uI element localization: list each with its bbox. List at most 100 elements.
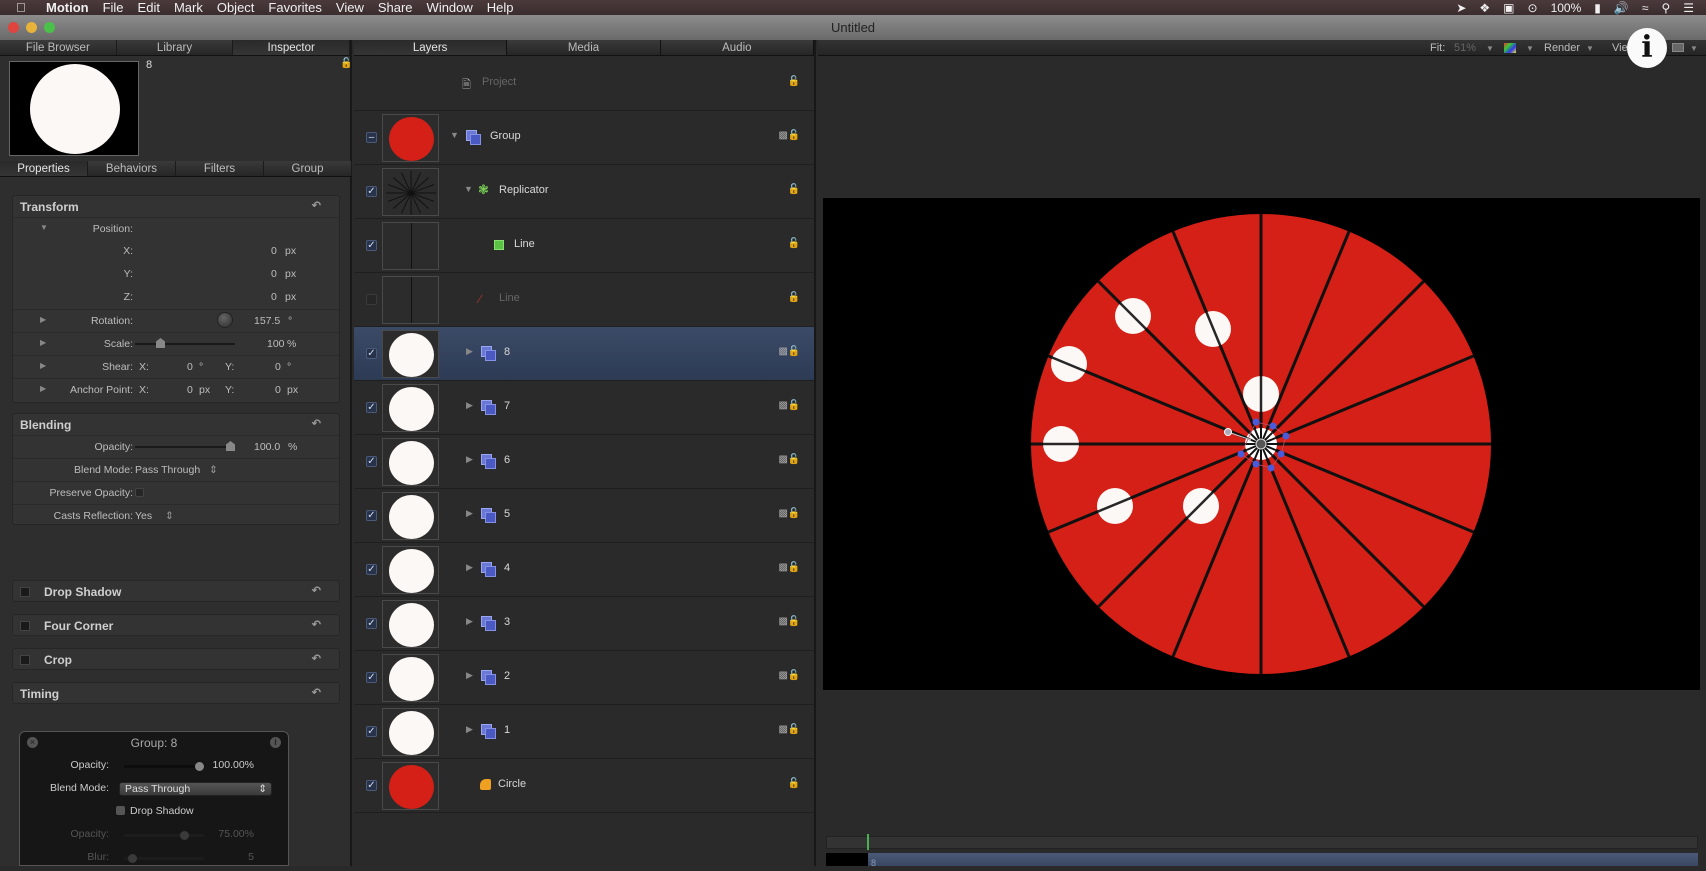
subtab-properties[interactable]: Properties: [0, 161, 88, 176]
layer-row[interactable]: ∕ Line 🔓: [354, 273, 814, 327]
opacity-slider-thumb[interactable]: [226, 441, 235, 451]
menu-view[interactable]: View: [336, 0, 364, 15]
subtab-behaviors[interactable]: Behaviors: [88, 161, 176, 176]
reset-icon[interactable]: ↶: [312, 417, 321, 430]
layer-visibility-checkbox[interactable]: ✓: [366, 456, 377, 467]
lock-icon[interactable]: 🔓: [788, 670, 800, 681]
lock-icon[interactable]: 🔓: [788, 616, 800, 627]
layer-row[interactable]: ✓ ▶ 7 ▩ 🔓: [354, 381, 814, 435]
layer-row[interactable]: ✓ ▶ 4 ▩ 🔓: [354, 543, 814, 597]
anchor-x-value[interactable]: 0: [187, 384, 193, 396]
opacity-value[interactable]: 100.0: [254, 441, 280, 453]
hud-opacity-knob[interactable]: [195, 762, 204, 771]
layer-visibility-checkbox[interactable]: ✓: [366, 618, 377, 629]
layer-name[interactable]: Group: [490, 130, 521, 142]
four-corner-checkbox[interactable]: [20, 620, 30, 631]
disclosure-closed-icon[interactable]: ▶: [466, 562, 473, 573]
layer-name[interactable]: 7: [504, 400, 510, 412]
layer-row[interactable]: – ▼ Group ▩ 🔓: [354, 111, 814, 165]
layer-name[interactable]: 8: [504, 346, 510, 358]
hud-blur-slider[interactable]: [124, 854, 204, 863]
layer-name[interactable]: 1: [504, 724, 510, 736]
layer-row[interactable]: ✓ Line 🔓: [354, 219, 814, 273]
disclosure-closed-icon[interactable]: ▶: [40, 384, 46, 393]
layer-row[interactable]: ✓ ▶ 8 ▩ 🔓: [354, 327, 814, 381]
layer-visibility-checkbox[interactable]: ✓: [366, 240, 377, 251]
scale-value[interactable]: 100: [267, 338, 285, 350]
disclosure-open-icon[interactable]: ▼: [40, 223, 48, 232]
layer-name[interactable]: Circle: [498, 778, 526, 790]
bluetooth-icon[interactable]: ⊙: [1528, 1, 1538, 15]
reset-icon[interactable]: ↶: [312, 686, 321, 699]
menu-share[interactable]: Share: [378, 0, 413, 15]
layer-visibility-checkbox[interactable]: ✓: [366, 564, 377, 575]
volume-icon[interactable]: 🔊: [1614, 1, 1629, 15]
rotation-dial[interactable]: [217, 312, 233, 328]
preserve-opacity-checkbox[interactable]: [135, 488, 144, 497]
disclosure-closed-icon[interactable]: ▶: [466, 400, 473, 411]
render-menu[interactable]: Render: [1544, 42, 1580, 54]
menu-favorites[interactable]: Favorites: [268, 0, 321, 15]
subtab-filters[interactable]: Filters: [176, 161, 264, 176]
shear-y-value[interactable]: 0: [275, 361, 281, 373]
disclosure-closed-icon[interactable]: ▶: [466, 670, 473, 681]
hud-drop-shadow-checkbox[interactable]: [116, 806, 125, 815]
shear-x-value[interactable]: 0: [187, 361, 193, 373]
reset-icon[interactable]: ↶: [312, 584, 321, 597]
tab-library[interactable]: Library: [117, 40, 234, 55]
layer-row[interactable]: ✓ Circle 🔓: [354, 759, 814, 813]
scale-slider[interactable]: [135, 338, 235, 348]
layer-visibility-checkbox[interactable]: ✓: [366, 672, 377, 683]
menu-window[interactable]: Window: [427, 0, 473, 15]
layer-row[interactable]: ✓ ▶ 5 ▩ 🔓: [354, 489, 814, 543]
lock-icon[interactable]: 🔓: [788, 562, 800, 573]
rotation-value[interactable]: 157.5: [254, 315, 280, 327]
search-icon[interactable]: ⚲: [1661, 1, 1670, 15]
blend-mode-select[interactable]: Pass Through: [135, 464, 200, 476]
reset-icon[interactable]: ↶: [312, 652, 321, 665]
layer-name[interactable]: Replicator: [499, 184, 549, 196]
hud-blend-select[interactable]: Pass Through ⇕: [119, 782, 272, 796]
layer-row[interactable]: ✓ ▶ 2 ▩ 🔓: [354, 651, 814, 705]
reset-icon[interactable]: ↶: [312, 618, 321, 631]
select-arrows-icon[interactable]: ⇕: [209, 464, 218, 476]
opacity-slider[interactable]: [135, 441, 235, 451]
disclosure-closed-icon[interactable]: ▶: [466, 346, 473, 357]
lock-icon[interactable]: 🔓: [788, 292, 800, 303]
tab-audio[interactable]: Audio: [661, 40, 814, 55]
timeline-ruler[interactable]: [826, 836, 1698, 849]
lock-icon[interactable]: 🔓: [788, 454, 800, 465]
layer-visibility-checkbox[interactable]: ✓: [366, 510, 377, 521]
lock-icon[interactable]: 🔓: [788, 76, 800, 87]
disclosure-open-icon[interactable]: ▼: [450, 130, 459, 140]
select-arrows-icon[interactable]: ⇕: [165, 510, 174, 522]
disclosure-closed-icon[interactable]: ▶: [40, 315, 46, 324]
layer-name[interactable]: 4: [504, 562, 510, 574]
subtab-group[interactable]: Group: [264, 161, 352, 176]
disclosure-closed-icon[interactable]: ▶: [466, 616, 473, 627]
canvas[interactable]: [823, 198, 1700, 690]
scale-slider-thumb[interactable]: [156, 338, 165, 348]
chevron-down-icon[interactable]: ▼: [1486, 44, 1494, 53]
screen-record-icon[interactable]: ▣: [1503, 1, 1514, 15]
layer-visibility-checkbox[interactable]: ✓: [366, 780, 377, 791]
disclosure-closed-icon[interactable]: ▶: [466, 508, 473, 519]
menu-help[interactable]: Help: [487, 0, 514, 15]
apple-icon[interactable]: : [16, 0, 30, 15]
layer-name[interactable]: Line: [514, 238, 535, 250]
lock-icon[interactable]: 🔓: [788, 130, 800, 141]
timeline-clip[interactable]: 8: [868, 853, 1698, 868]
layer-name[interactable]: 6: [504, 454, 510, 466]
lock-icon[interactable]: 🔓: [788, 184, 800, 195]
battery-icon[interactable]: ▮: [1594, 1, 1601, 15]
info-icon[interactable]: i: [1627, 28, 1667, 68]
layer-visibility-checkbox[interactable]: ✓: [366, 402, 377, 413]
crop-section[interactable]: Crop ↶: [12, 648, 340, 670]
layer-name[interactable]: Project: [482, 76, 516, 88]
layout-icon[interactable]: [1672, 43, 1684, 52]
chevron-down-icon[interactable]: ▼: [1586, 44, 1594, 53]
layer-row[interactable]: ✓ ▶ 6 ▩ 🔓: [354, 435, 814, 489]
menu-file[interactable]: File: [103, 0, 124, 15]
transform-header[interactable]: Transform ↶: [13, 196, 339, 217]
layer-name[interactable]: 5: [504, 508, 510, 520]
